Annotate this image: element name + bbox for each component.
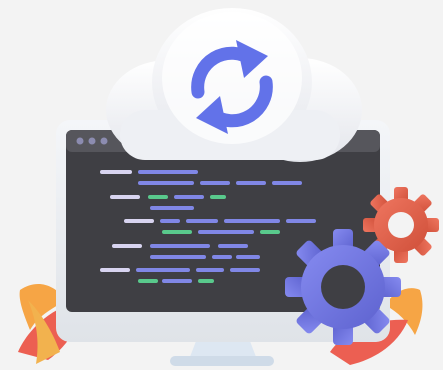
illustration bbox=[0, 0, 443, 370]
cloud-icon bbox=[106, 8, 362, 162]
gear-large-icon bbox=[285, 229, 401, 345]
